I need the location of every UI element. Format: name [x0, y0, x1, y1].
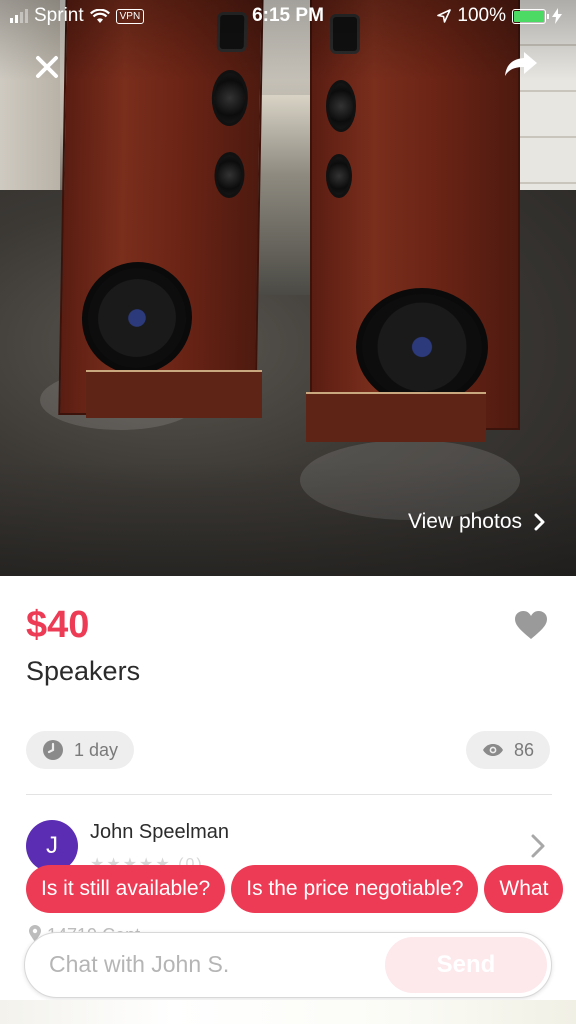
chat-input[interactable] [49, 933, 379, 996]
chevron-right-icon [530, 830, 546, 867]
location-arrow-icon [437, 9, 452, 23]
listing-title: Speakers [26, 656, 141, 686]
views-count: 86 [513, 739, 534, 760]
share-arrow-icon [505, 52, 537, 76]
bottom-strip [0, 1000, 576, 1024]
seller-name: John Speelman [90, 821, 229, 843]
favorite-button[interactable] [514, 610, 548, 640]
quick-replies: Is it still available? Is the price negot… [26, 865, 576, 913]
heart-icon [515, 611, 547, 639]
posted-time-badge: 1 day [26, 731, 135, 769]
view-photos-button[interactable]: View photos [408, 510, 546, 534]
photo-shade [0, 0, 576, 576]
status-bar: Sprint VPN 6:15 PM 100% [0, 0, 576, 32]
share-button[interactable] [504, 50, 540, 80]
battery-icon [512, 8, 549, 24]
posted-time: 1 day [74, 739, 119, 760]
close-icon [36, 56, 58, 78]
view-photos-label: View photos [407, 510, 522, 533]
battery-fill [514, 10, 544, 22]
eye-icon [482, 744, 503, 756]
listing-price: $40 [26, 604, 90, 646]
battery-percent: 100% [457, 5, 506, 26]
views-badge: 86 [465, 731, 550, 769]
send-button[interactable]: Send [385, 937, 547, 993]
chevron-right-icon [534, 513, 545, 531]
quick-reply-available[interactable]: Is it still available? [26, 865, 226, 913]
clock-icon [43, 740, 63, 760]
quick-reply-more[interactable]: What [484, 865, 564, 913]
close-button[interactable] [30, 50, 64, 84]
chat-bar: Send [24, 932, 552, 998]
quick-reply-negotiable[interactable]: Is the price negotiable? [231, 865, 479, 913]
section-divider [26, 794, 552, 795]
charging-bolt-icon [552, 8, 562, 24]
listing-photo[interactable] [0, 0, 576, 576]
status-right: 100% [437, 5, 562, 27]
